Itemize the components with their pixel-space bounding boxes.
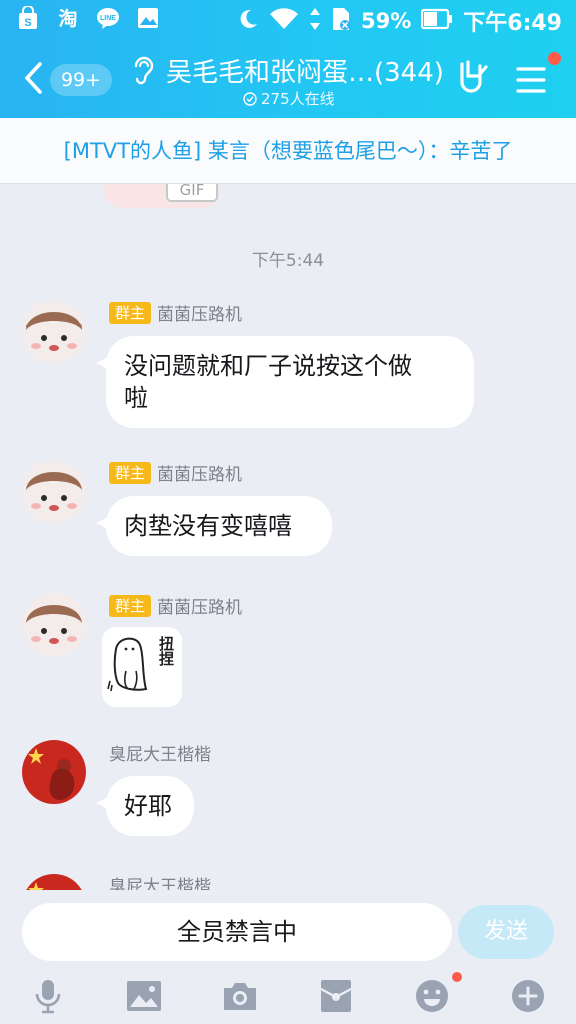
- moon-icon: [237, 8, 259, 35]
- sender-line: 群主 菌菌压路机: [109, 460, 242, 485]
- taobao-icon: 淘: [56, 6, 80, 30]
- message-bubble[interactable]: 肉垫没有变嘻嘻: [106, 496, 332, 556]
- data-arrows-icon: [309, 7, 321, 36]
- status-bar: S 淘 LINE 59% 下午6:49: [0, 0, 576, 40]
- message-input[interactable]: 全员禁言中: [22, 903, 452, 961]
- gif-tag: GIF: [166, 184, 218, 202]
- svg-text:S: S: [24, 17, 31, 29]
- avatar[interactable]: [22, 300, 86, 364]
- owner-tag: 群主: [109, 594, 152, 617]
- sender-line: 臭屁大王楷楷: [109, 872, 211, 890]
- ear-icon[interactable]: [130, 55, 156, 85]
- sender-line: 臭屁大王楷楷: [109, 740, 211, 765]
- bottom-toolbar: [0, 972, 576, 1024]
- sender-line: 群主 菌菌压路机: [109, 300, 242, 325]
- gallery-icon: [136, 6, 160, 30]
- group-title[interactable]: 吴毛毛和张闷蛋…(344): [166, 52, 444, 89]
- owner-tag: 群主: [109, 301, 152, 324]
- red-packet-icon[interactable]: [316, 976, 356, 1016]
- hand-gesture-icon[interactable]: [456, 58, 490, 94]
- online-count: 275人在线: [243, 88, 335, 109]
- input-bar: 全员禁言中 发送: [0, 890, 576, 972]
- menu-icon[interactable]: [516, 66, 546, 94]
- online-count-text: 275人在线: [261, 90, 335, 108]
- chat-header: 99+ 吴毛毛和张闷蛋…(344) 275人在线: [0, 40, 576, 118]
- emoji-icon[interactable]: [412, 976, 452, 1016]
- sim-icon: [331, 7, 351, 36]
- avatar[interactable]: [22, 874, 86, 890]
- sticker-text: 扭捏: [157, 635, 175, 667]
- sender-name[interactable]: 菌菌压路机: [157, 593, 242, 618]
- battery-icon: [421, 8, 453, 35]
- shopping-bag-icon: S: [16, 6, 40, 30]
- wifi-icon: [269, 7, 299, 36]
- send-button[interactable]: 发送: [458, 905, 554, 959]
- emoji-notification-dot: [452, 972, 462, 982]
- chat-area[interactable]: GIF 下午5:44 群主 菌菌压路机 没问题就和厂子说按这个做 啦 群主 菌菌…: [0, 184, 576, 890]
- camera-icon[interactable]: [220, 976, 260, 1016]
- back-arrow-icon[interactable]: [20, 60, 50, 96]
- sender-name[interactable]: 臭屁大王楷楷: [109, 740, 211, 765]
- announcement-bar[interactable]: [MTVT的人鱼] 某言（想要蓝色尾巴～）：辛苦了: [0, 118, 576, 184]
- svg-text:LINE: LINE: [100, 15, 116, 22]
- svg-text:淘: 淘: [58, 7, 77, 30]
- battery-level: 59%: [361, 9, 412, 33]
- avatar[interactable]: [22, 460, 86, 524]
- mic-icon[interactable]: [28, 976, 68, 1016]
- sticker-image[interactable]: 扭捏: [102, 627, 182, 707]
- avatar[interactable]: [22, 740, 86, 804]
- time-divider: 下午5:44: [251, 251, 325, 271]
- clock: 下午6:49: [463, 11, 562, 36]
- check-circle-icon: [243, 91, 257, 106]
- top-bar: S 淘 LINE 59% 下午6:49 99+ 吴毛毛和张闷蛋…(344) 27…: [0, 0, 576, 118]
- sender-name[interactable]: 菌菌压路机: [157, 300, 242, 325]
- unread-badge[interactable]: 99+: [50, 64, 112, 96]
- owner-tag: 群主: [109, 461, 152, 484]
- plus-icon[interactable]: [508, 976, 548, 1016]
- line-icon: LINE: [96, 6, 120, 30]
- avatar[interactable]: [22, 593, 86, 657]
- menu-notification-dot: [548, 52, 561, 65]
- sender-line: 群主 菌菌压路机: [109, 593, 242, 618]
- message-bubble[interactable]: 没问题就和厂子说按这个做 啦: [106, 336, 474, 428]
- message-bubble[interactable]: 好耶: [106, 776, 194, 836]
- image-icon[interactable]: [124, 976, 164, 1016]
- sender-name[interactable]: 臭屁大王楷楷: [109, 872, 211, 890]
- sender-name[interactable]: 菌菌压路机: [157, 460, 242, 485]
